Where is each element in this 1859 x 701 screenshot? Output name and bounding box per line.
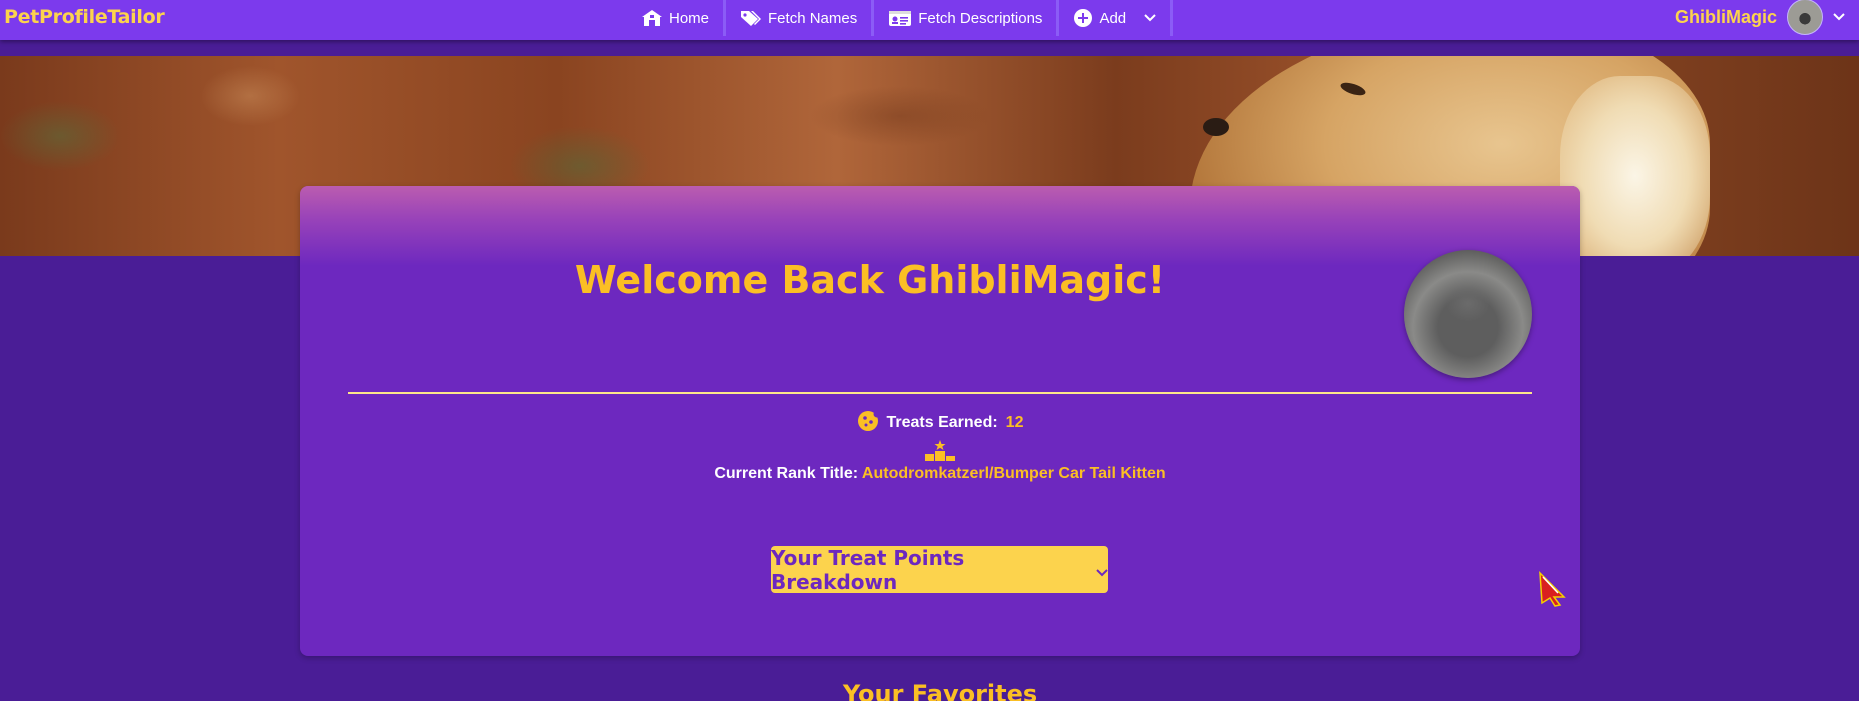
rank-label: Current Rank Title: — [714, 465, 859, 482]
favorites-heading: Your Favorites — [842, 680, 1038, 701]
cookie-icon — [857, 410, 881, 437]
main-nav: Home Fetch Names Fetch Descriptions Add — [630, 0, 1174, 36]
nav-fetch-descriptions-label: Fetch Descriptions — [918, 9, 1043, 27]
id-card-icon — [888, 9, 912, 27]
chevron-down-icon — [1144, 14, 1156, 22]
treats-earned: Treats Earned: 12 — [300, 410, 1580, 437]
tags-icon — [740, 9, 762, 27]
nav-fetch-descriptions[interactable]: Fetch Descriptions — [874, 0, 1060, 36]
profile-picture — [1404, 250, 1532, 378]
nav-home[interactable]: Home — [630, 0, 727, 36]
nav-add-label: Add — [1099, 9, 1127, 27]
nav-fetch-names-label: Fetch Names — [768, 9, 858, 27]
nav-add-dropdown[interactable]: Add — [1059, 0, 1174, 36]
treat-points-breakdown-button[interactable]: Your Treat Points Breakdown — [771, 545, 1108, 594]
user-menu[interactable]: GhibliMagic — [1674, 0, 1845, 35]
home-icon — [641, 9, 663, 27]
chevron-down-icon — [1096, 558, 1108, 582]
divider — [348, 392, 1532, 394]
rank-value: Autodromkatzerl/Bumper Car Tail Kitten — [861, 465, 1166, 482]
avatar — [1787, 0, 1823, 35]
username: GhibliMagic — [1674, 6, 1777, 27]
current-rank: Current Rank Title: Autodromkatzerl/Bump… — [300, 465, 1580, 483]
podium-icon — [300, 439, 1580, 461]
nav-home-label: Home — [669, 9, 710, 27]
profile-card: Welcome Back GhibliMagic! Treats Earned:… — [300, 186, 1580, 656]
brand-logo[interactable]: PetProfileTailor — [4, 6, 165, 28]
welcome-heading: Welcome Back GhibliMagic! — [574, 258, 1166, 302]
mouse-cursor-icon — [1539, 571, 1566, 607]
profile-stats: Treats Earned: 12 Current Rank Title: Au… — [300, 410, 1580, 483]
nav-fetch-names[interactable]: Fetch Names — [726, 0, 875, 36]
plus-circle-icon — [1073, 8, 1093, 28]
treats-label: Treats Earned: — [886, 414, 998, 431]
top-navbar: PetProfileTailor Home Fetch Names Fetch … — [0, 0, 1859, 40]
chevron-down-icon — [1833, 8, 1845, 26]
breakdown-button-label: Your Treat Points Breakdown — [771, 545, 965, 594]
treats-value: 12 — [1005, 414, 1024, 431]
